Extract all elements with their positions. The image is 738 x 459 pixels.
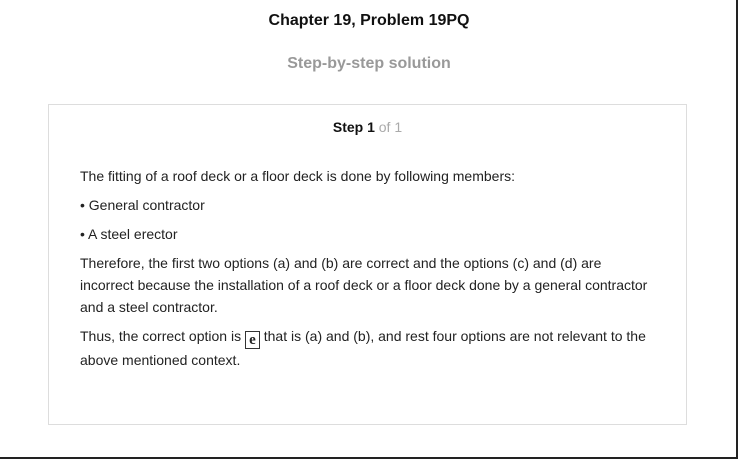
- paragraph-intro: The fitting of a roof deck or a floor de…: [80, 168, 515, 184]
- bullet-item: • General contractor: [80, 197, 205, 213]
- page-subtitle: Step-by-step solution: [287, 55, 451, 72]
- step-indicator: Step 1 of 1: [49, 119, 686, 135]
- step-label: Step 1: [332, 119, 375, 135]
- conclusion-text-before: Thus, the correct option is: [80, 328, 242, 344]
- step-count: of 1: [378, 119, 403, 135]
- solution-content: The fitting of a roof deck or a floor de…: [80, 165, 655, 378]
- bullet-item: • A steel erector: [80, 226, 178, 242]
- page-title: Chapter 19, Problem 19PQ: [268, 12, 470, 29]
- paragraph-explanation: Therefore, the first two options (a) and…: [80, 255, 648, 315]
- paragraph-conclusion: Thus, the correct option is e that is (a) …: [80, 325, 655, 371]
- answer-box: e: [245, 331, 260, 349]
- solution-card: Step 1 of 1 The fitting of a roof deck o…: [48, 104, 687, 425]
